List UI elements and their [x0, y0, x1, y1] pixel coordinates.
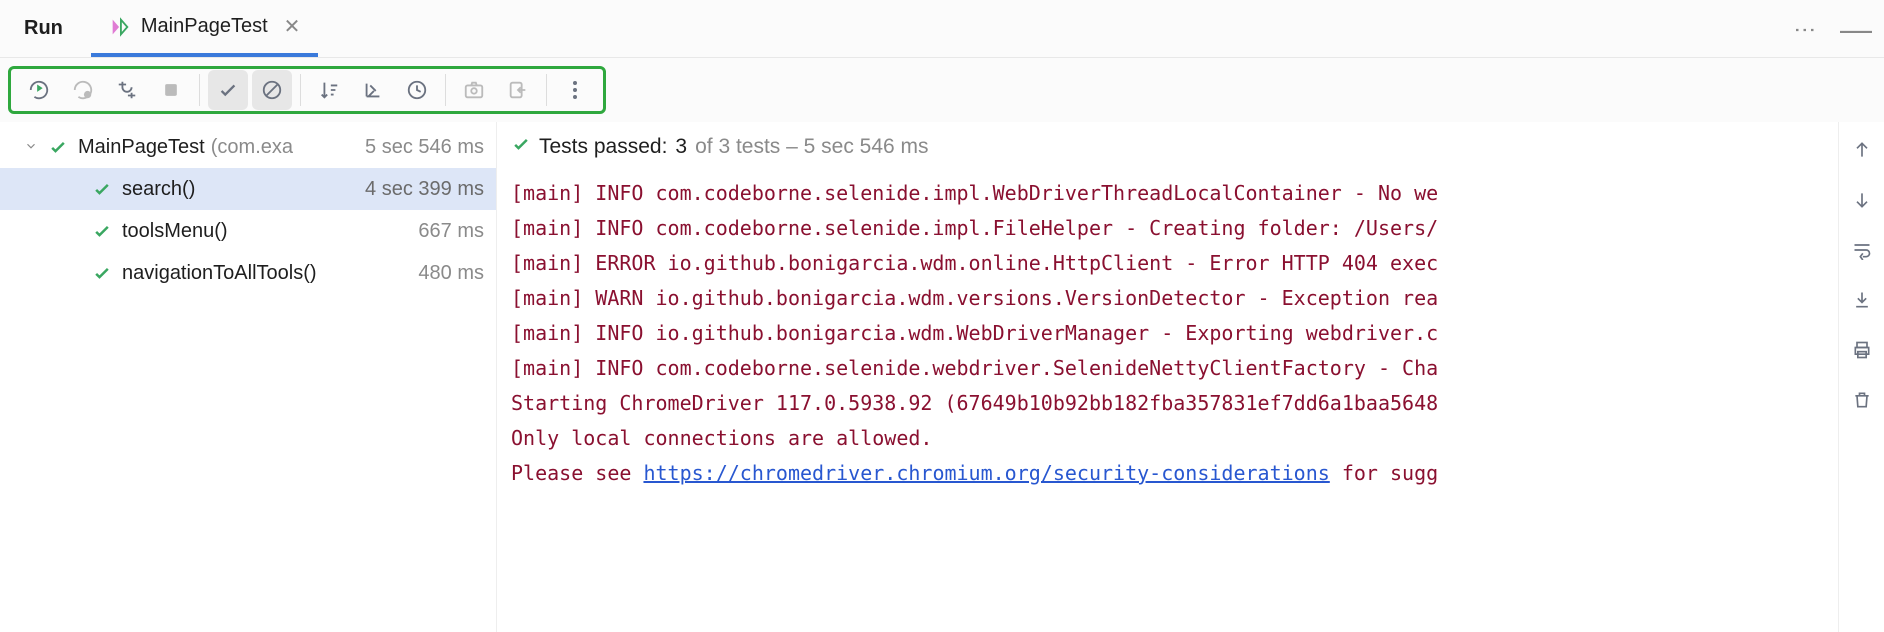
tab-label: MainPageTest [141, 15, 268, 38]
run-panel-header: Run MainPageTest ✕ ⋮ — [0, 0, 1884, 58]
toggle-auto-test-button[interactable] [107, 70, 147, 110]
summary-passed-count: 3 [675, 135, 687, 159]
test-toolbar [8, 66, 606, 114]
show-ignored-button[interactable] [252, 70, 292, 110]
minimize-icon[interactable]: — [1840, 13, 1872, 45]
scroll-up-icon[interactable] [1848, 136, 1876, 164]
more-toolbar-icon[interactable] [555, 70, 595, 110]
test-class-name: MainPageTest [78, 136, 205, 159]
test-duration: 667 ms [418, 220, 484, 243]
tab-mainpagetest[interactable]: MainPageTest ✕ [91, 0, 319, 57]
pass-icon [92, 221, 112, 241]
sort-button[interactable] [309, 70, 349, 110]
test-method-name: toolsMenu() [122, 220, 228, 243]
console-gutter [1838, 122, 1884, 632]
test-root-row[interactable]: MainPageTest (com.exa 5 sec 546 ms [0, 126, 496, 168]
console-output: Tests passed: 3 of 3 tests – 5 sec 546 m… [496, 122, 1838, 632]
run-config-icon [109, 16, 131, 38]
toolbar-separator [445, 74, 446, 106]
close-icon[interactable]: ✕ [284, 14, 301, 39]
stop-button[interactable] [151, 70, 191, 110]
scroll-to-end-icon[interactable] [1848, 286, 1876, 314]
test-summary: Tests passed: 3 of 3 tests – 5 sec 546 m… [511, 128, 1824, 166]
pass-icon [92, 263, 112, 283]
test-method-name: navigationToAllTools() [122, 262, 317, 285]
soft-wrap-icon[interactable] [1848, 236, 1876, 264]
expand-collapse-button[interactable] [353, 70, 393, 110]
import-button[interactable] [498, 70, 538, 110]
chevron-down-icon[interactable] [24, 136, 42, 159]
test-duration: 4 sec 399 ms [365, 178, 484, 201]
test-duration: 5 sec 546 ms [365, 136, 484, 159]
pass-icon [511, 134, 531, 160]
pass-icon [48, 137, 68, 157]
test-row-search[interactable]: search() 4 sec 399 ms [0, 168, 496, 210]
summary-details: of 3 tests – 5 sec 546 ms [695, 135, 928, 159]
screenshot-button[interactable] [454, 70, 494, 110]
test-tree: MainPageTest (com.exa 5 sec 546 ms searc… [0, 122, 496, 632]
toolbar-separator [300, 74, 301, 106]
panel-title: Run [24, 17, 63, 40]
rerun-failed-button[interactable] [63, 70, 103, 110]
console-log[interactable]: [main] INFO com.codeborne.selenide.impl.… [511, 176, 1824, 491]
test-method-name: search() [122, 178, 195, 201]
more-options-icon[interactable]: ⋮ [1792, 19, 1818, 38]
show-passed-button[interactable] [208, 70, 248, 110]
summary-prefix: Tests passed: [539, 135, 667, 159]
test-row-toolsmenu[interactable]: toolsMenu() 667 ms [0, 210, 496, 252]
pass-icon [92, 179, 112, 199]
scroll-down-icon[interactable] [1848, 186, 1876, 214]
clear-icon[interactable] [1848, 386, 1876, 414]
toolbar-separator [546, 74, 547, 106]
history-button[interactable] [397, 70, 437, 110]
test-class-qualifier: (com.exa [211, 136, 293, 159]
rerun-button[interactable] [19, 70, 59, 110]
toolbar-container [0, 58, 1884, 122]
test-duration: 480 ms [418, 262, 484, 285]
test-row-navigation[interactable]: navigationToAllTools() 480 ms [0, 252, 496, 294]
security-link[interactable]: https://chromedriver.chromium.org/securi… [643, 461, 1329, 485]
toolbar-separator [199, 74, 200, 106]
print-icon[interactable] [1848, 336, 1876, 364]
